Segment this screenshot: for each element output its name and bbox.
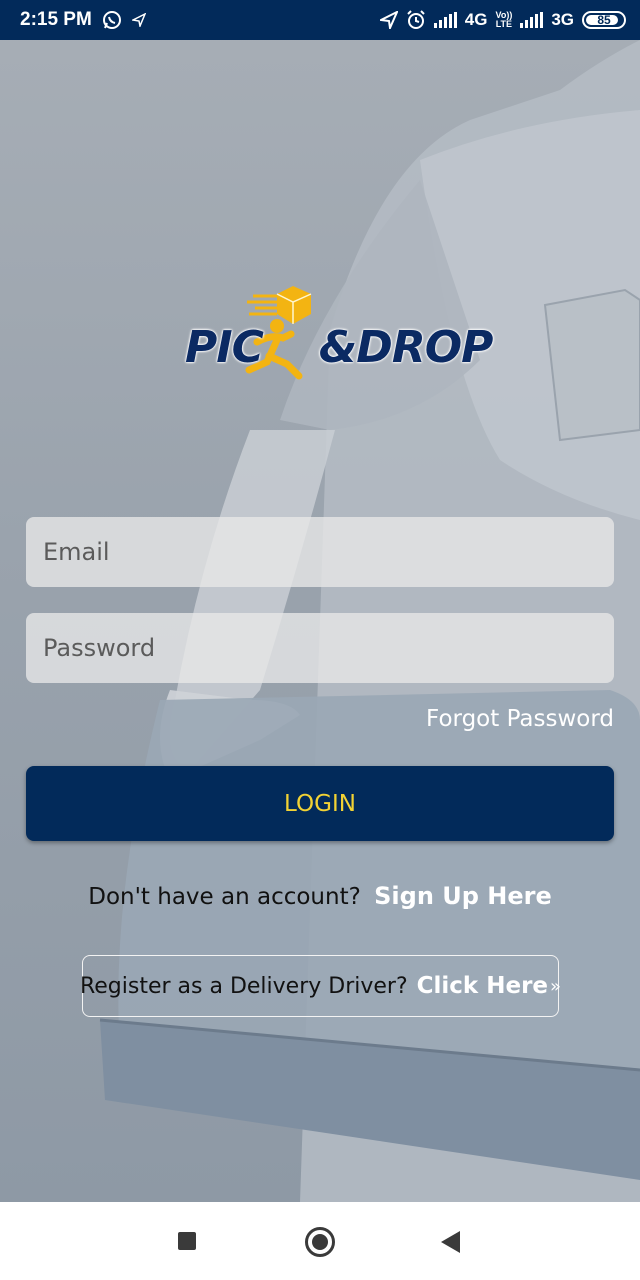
logo-text-right: &DROP xyxy=(318,322,493,373)
login-button[interactable]: LOGIN xyxy=(26,766,614,841)
recents-button[interactable] xyxy=(147,1202,227,1280)
register-driver-button[interactable]: Register as a Delivery Driver? Click Her… xyxy=(79,955,562,1017)
sign-up-link[interactable]: Sign Up Here xyxy=(374,882,552,910)
password-field[interactable] xyxy=(26,613,614,683)
signup-row: Don't have an account? Sign Up Here xyxy=(0,882,640,910)
back-button[interactable] xyxy=(411,1202,491,1280)
volte-indicator: Vo)) LTE xyxy=(495,11,512,29)
driver-prompt: Register as a Delivery Driver? xyxy=(79,973,408,999)
signal-icon xyxy=(433,12,457,28)
home-circle-icon xyxy=(305,1227,335,1257)
double-chevron-right-icon: » xyxy=(550,975,562,997)
status-time: 2:15 PM xyxy=(20,9,92,30)
recents-square-icon xyxy=(178,1232,196,1250)
navigation-icon xyxy=(131,13,146,27)
location-arrow-icon xyxy=(379,11,398,29)
network-type-2: 3G xyxy=(551,10,574,29)
email-field[interactable] xyxy=(26,517,614,587)
navigation-bar xyxy=(0,1202,640,1280)
home-button[interactable] xyxy=(280,1202,360,1280)
battery-icon: 85 xyxy=(582,11,626,29)
signup-prompt: Don't have an account? xyxy=(88,884,361,910)
app-logo: PIC &DROP xyxy=(185,282,493,382)
back-triangle-icon xyxy=(441,1231,460,1253)
alarm-icon xyxy=(407,10,425,29)
battery-level: 85 xyxy=(597,13,611,27)
login-screen: 2:15 PM 4G Vo)) LTE 3G 85 PIC &DROP Emai… xyxy=(0,0,640,1280)
forgot-password-link[interactable]: Forgot Password xyxy=(426,706,614,732)
signal-icon-2 xyxy=(520,12,544,28)
logo-text-left: PIC xyxy=(185,322,264,373)
volte-bottom: LTE xyxy=(495,19,513,29)
background-photo xyxy=(0,0,640,1202)
logo-text: PIC &DROP xyxy=(185,322,493,373)
network-type-1: 4G xyxy=(464,10,488,29)
status-bar: 2:15 PM 4G Vo)) LTE 3G 85 xyxy=(0,0,640,40)
whatsapp-icon xyxy=(102,11,121,29)
driver-click-here-link[interactable]: Click Here xyxy=(417,973,548,999)
